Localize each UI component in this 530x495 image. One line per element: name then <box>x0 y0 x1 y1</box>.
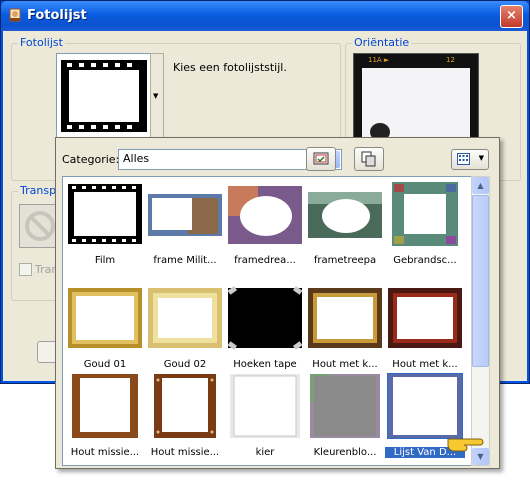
scroll-up-icon[interactable]: ▲ <box>472 177 489 194</box>
frame-item[interactable]: Hoeken tape <box>225 281 305 377</box>
frame-item[interactable]: framedrea... <box>225 177 305 273</box>
tree-photo-frame-icon <box>308 192 382 238</box>
film-strip-photo-icon <box>354 54 478 144</box>
frame-item-label: Hout missie... <box>70 447 140 458</box>
view-options-button[interactable]: ▼ <box>451 149 489 170</box>
title-bar[interactable]: Fotolijst × <box>1 1 529 31</box>
frame-item[interactable]: frametreepa <box>305 177 385 273</box>
frame-item-label: Hout missie... <box>150 447 220 458</box>
crack-frame-icon <box>230 374 300 438</box>
film-mark-right: 12 <box>446 56 455 64</box>
copy-frame-button[interactable] <box>354 147 384 171</box>
chevron-down-icon: ▼ <box>153 92 159 100</box>
pointing-hand-icon <box>447 438 484 452</box>
frame-item-label: Kleurenblo... <box>313 447 377 458</box>
app-icon <box>9 8 21 22</box>
frame-item[interactable]: frame Milit... <box>145 177 225 273</box>
orientation-group-label: Oriëntatie <box>352 36 412 49</box>
category-select-value: Alles <box>123 152 150 165</box>
vertical-scrollbar[interactable]: ▲ ▼ <box>471 176 490 466</box>
blue-soft-frame-icon <box>387 373 463 439</box>
frame-item[interactable]: Kleurenblo... <box>305 369 385 465</box>
frame-item-label: Film <box>94 255 116 266</box>
copy-icon <box>361 151 376 167</box>
transparency-checkbox[interactable] <box>19 263 32 276</box>
frame-item[interactable]: Goud 02 <box>145 281 225 377</box>
frame-item[interactable]: Hout missie... <box>65 369 145 465</box>
frame-picker-popup: Categorie: Alles ▼ ▼ <box>55 137 500 469</box>
film-frame-icon <box>68 184 142 244</box>
wood-red-frame-icon <box>388 288 462 348</box>
mission-wood-frame-icon <box>72 374 138 438</box>
frame-style-hint: Kies een fotolijststijl. <box>173 61 287 74</box>
frame-thumbnail-grid: Film frame Milit... framedrea... frametr… <box>62 176 473 466</box>
thumbnail-view-icon <box>457 153 470 165</box>
film-frame-icon <box>61 60 147 132</box>
light-gold-frame-icon <box>148 288 222 348</box>
mission-wood-dark-frame-icon <box>154 374 216 438</box>
frame-item[interactable]: Film <box>65 177 145 273</box>
color-blocks-frame-icon <box>310 374 380 438</box>
castle-photo-frame-icon <box>148 194 222 236</box>
frame-item-label: frametreepa <box>313 255 377 266</box>
frame-item[interactable]: Goud 01 <box>65 281 145 377</box>
frame-item-label: frame Milit... <box>153 255 217 266</box>
frame-item[interactable]: Hout met k... <box>385 281 465 377</box>
close-button[interactable]: × <box>500 5 523 28</box>
frame-group-label: Fotolijst <box>18 36 65 49</box>
frame-item[interactable]: Hout met k... <box>305 281 385 377</box>
window-title: Fotolijst <box>27 8 87 23</box>
frame-style-dropdown[interactable]: ▼ <box>150 53 164 139</box>
category-label: Categorie: <box>62 153 120 166</box>
frame-item-label: framedrea... <box>234 255 296 266</box>
frame-item-label: kier <box>255 447 275 458</box>
gold-frame-icon <box>68 288 142 348</box>
corner-tape-frame-icon <box>228 286 302 350</box>
wood-gold-frame-icon <box>308 288 382 348</box>
frame-check-icon <box>313 152 329 165</box>
dream-photo-frame-icon <box>228 186 302 244</box>
frame-item[interactable]: Hout missie... <box>145 369 225 465</box>
select-frame-button[interactable] <box>306 147 336 171</box>
frame-item-label: Gebrandsc... <box>393 255 457 266</box>
scrollbar-thumb[interactable] <box>472 195 489 367</box>
chevron-down-icon: ▼ <box>478 154 484 162</box>
orientation-preview: 11A ► 12 <box>353 53 479 145</box>
frame-style-preview[interactable] <box>56 53 152 139</box>
frame-item[interactable]: kier <box>225 369 305 465</box>
frame-item[interactable]: Gebrandsc... <box>385 177 465 273</box>
stained-glass-frame-icon <box>392 182 458 246</box>
film-mark-left: 11A ► <box>368 56 390 64</box>
